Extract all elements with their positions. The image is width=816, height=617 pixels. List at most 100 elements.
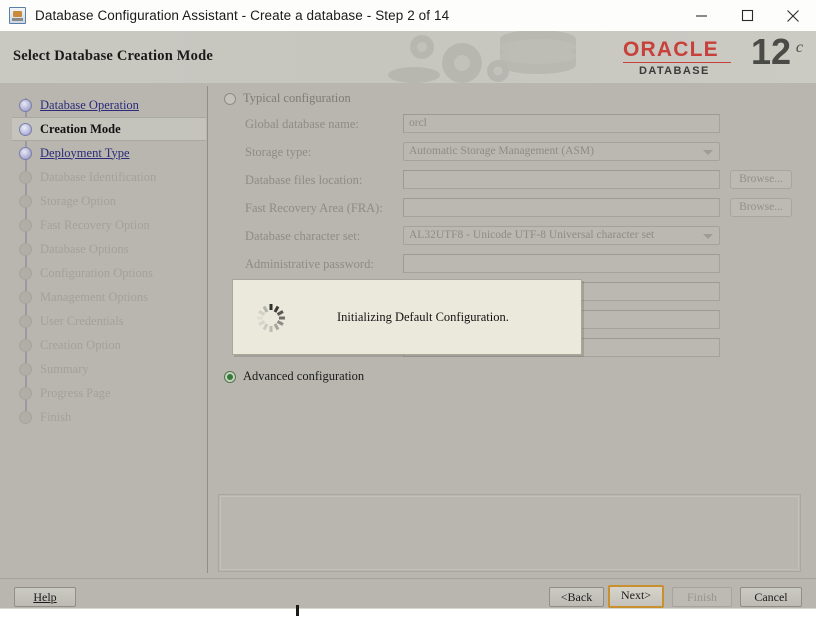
back-button[interactable]: <Back (549, 587, 604, 607)
sidebar-step-configuration-options: Configuration Options (12, 261, 206, 285)
field-row-storage-type: Storage type: Automatic Storage Managemen… (218, 142, 804, 164)
sidebar-step-label: Progress Page (40, 385, 111, 400)
global-database-name-input[interactable]: orcl (403, 114, 720, 133)
cancel-button[interactable]: Cancel (740, 587, 802, 607)
sidebar-step-label: Configuration Options (40, 265, 153, 280)
step-bullet-icon (19, 339, 32, 352)
typical-configuration-option[interactable]: Typical configuration (224, 91, 351, 106)
database-files-location-browse-button[interactable]: Browse... (730, 170, 792, 189)
sidebar-step-finish: Finish (12, 405, 206, 429)
database-character-set-label: Database character set: (245, 229, 361, 243)
oracle-rule (623, 62, 731, 63)
sidebar-step-label: Finish (40, 409, 72, 424)
step-bullet-icon (19, 195, 32, 208)
database-files-location-label: Database files location: (245, 173, 363, 187)
sidebar-step-progress-page: Progress Page (12, 381, 206, 405)
sidebar-step-label: Database Options (40, 241, 129, 256)
sidebar-step-fast-recovery-option: Fast Recovery Option (12, 213, 206, 237)
sidebar-step-user-credentials: User Credentials (12, 309, 206, 333)
global-database-name-label: Global database name: (245, 117, 359, 131)
sidebar-step-label: Creation Option (40, 337, 121, 352)
text-caret (296, 605, 299, 616)
sidebar-step-management-options: Management Options (12, 285, 206, 309)
step-bullet-icon (19, 291, 32, 304)
banner-artwork-icon (370, 31, 620, 83)
step-bullet-icon (19, 363, 32, 376)
minimize-button[interactable] (678, 0, 724, 31)
storage-type-selected-value: Automatic Storage Management (ASM) (409, 145, 594, 157)
field-row-administrative-password: Administrative password: (218, 254, 804, 276)
sidebar-step-label: Management Options (40, 289, 148, 304)
window-title: Database Configuration Assistant - Creat… (35, 8, 450, 23)
sidebar-step-summary: Summary (12, 357, 206, 381)
step-bullet-icon (19, 267, 32, 280)
sidebar-step-label: Summary (40, 361, 89, 376)
oracle-database-label: DATABASE (639, 65, 710, 77)
sidebar-step-database-operation[interactable]: Database Operation (12, 93, 206, 117)
sidebar-step-database-identification: Database Identification (12, 165, 206, 189)
finish-button: Finish (672, 587, 732, 607)
page-title: Select Database Creation Mode (13, 48, 214, 64)
step-bullet-icon (19, 411, 32, 424)
field-row-fast-recovery-area-fra: Fast Recovery Area (FRA): Browse... (218, 198, 804, 220)
step-bullet-icon (19, 219, 32, 232)
sidebar-step-label: Storage Option (40, 193, 117, 208)
step-bullet-icon (19, 123, 32, 136)
sidebar-step-creation-option: Creation Option (12, 333, 206, 357)
maximize-button[interactable] (724, 0, 770, 31)
administrative-password-label: Administrative password: (245, 257, 374, 271)
sidebar-step-label: Deployment Type (40, 145, 130, 160)
step-bullet-icon (19, 243, 32, 256)
details-panel (218, 494, 801, 572)
oracle-logo: ORACLE DATABASE 12 c (623, 31, 803, 81)
field-row-global-database-name: Global database name: orcl (218, 114, 804, 136)
field-row-database-character-set: Database character set: AL32UTF8 - Unicod… (218, 226, 804, 248)
help-button[interactable]: Help (14, 587, 76, 607)
step-bullet-icon (19, 147, 32, 160)
advanced-configuration-label: Advanced configuration (243, 369, 365, 383)
database-character-set-selected-value: AL32UTF8 - Unicode UTF-8 Universal chara… (409, 229, 655, 241)
chevron-down-icon (703, 234, 713, 239)
title-bar: Database Configuration Assistant - Creat… (0, 0, 816, 32)
storage-type-label: Storage type: (245, 145, 312, 159)
step-bullet-icon (19, 387, 32, 400)
close-button[interactable] (770, 0, 816, 31)
oracle-version: 12 (750, 31, 791, 72)
initializing-message: Initializing Default Configuration. (337, 310, 509, 324)
sidebar-step-storage-option: Storage Option (12, 189, 206, 213)
oracle-dbca-icon (9, 7, 26, 24)
storage-type-select[interactable]: Automatic Storage Management (ASM) (403, 142, 720, 161)
sidebar-step-deployment-type[interactable]: Deployment Type (12, 141, 206, 165)
loading-spinner-icon (255, 302, 287, 334)
dbca-window: Database Configuration Assistant - Creat… (0, 0, 816, 617)
sidebar-step-label: Creation Mode (40, 121, 121, 136)
header-banner: Select Database Creation Mode ORACLE DAT… (0, 31, 816, 84)
oracle-version-suffix: c (795, 39, 803, 56)
chevron-down-icon (703, 150, 713, 155)
sidebar-step-label: User Credentials (40, 313, 124, 328)
sidebar-step-database-options: Database Options (12, 237, 206, 261)
initializing-dialog: Initializing Default Configuration. (232, 279, 582, 355)
window-controls (678, 0, 816, 31)
step-bullet-icon (19, 99, 32, 112)
fast-recovery-area-fra-browse-button[interactable]: Browse... (730, 198, 792, 217)
fast-recovery-area-fra-label: Fast Recovery Area (FRA): (245, 201, 383, 215)
advanced-configuration-option[interactable]: Advanced configuration (224, 369, 364, 384)
step-bullet-icon (19, 315, 32, 328)
oracle-wordmark: ORACLE (623, 38, 719, 61)
advanced-radio[interactable] (224, 370, 236, 383)
fast-recovery-area-fra-input[interactable] (403, 198, 720, 217)
next-button[interactable]: Next> (608, 585, 664, 608)
sidebar-step-label: Database Identification (40, 169, 157, 184)
database-character-set-select[interactable]: AL32UTF8 - Unicode UTF-8 Universal chara… (403, 226, 720, 245)
sidebar-step-creation-mode[interactable]: Creation Mode (12, 117, 206, 141)
field-row-database-files-location: Database files location: Browse... (218, 170, 804, 192)
sidebar-step-label: Database Operation (40, 97, 139, 112)
typical-radio[interactable] (224, 92, 236, 105)
administrative-password-input[interactable] (403, 254, 720, 273)
typical-configuration-label: Typical configuration (243, 91, 351, 105)
database-files-location-input[interactable] (403, 170, 720, 189)
step-sidebar: Database Operation Creation Mode Deploymen… (12, 86, 208, 573)
sidebar-step-label: Fast Recovery Option (40, 217, 150, 232)
step-bullet-icon (19, 171, 32, 184)
